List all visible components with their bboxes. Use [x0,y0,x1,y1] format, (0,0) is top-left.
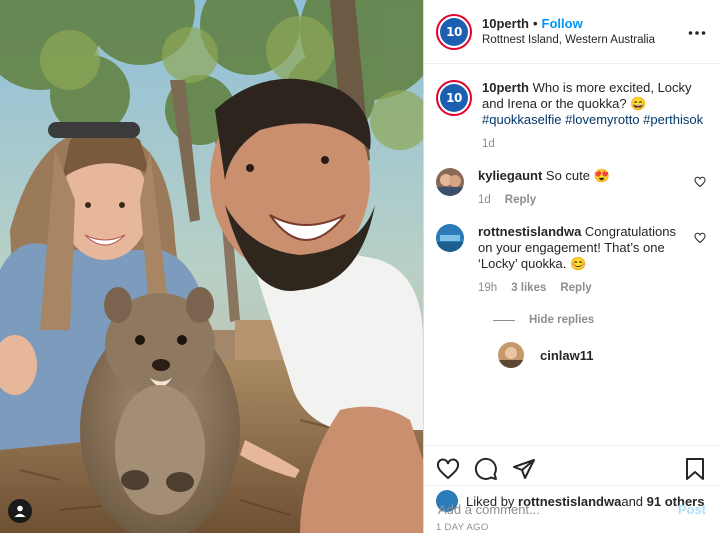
caption-username[interactable]: 10perth [482,80,529,95]
reply-avatar[interactable] [498,342,524,368]
channel-10-logo: 10 [440,84,468,112]
location-link[interactable]: Rottnest Island, Western Australia [482,32,688,49]
post-photo[interactable] [0,0,423,533]
comment-text: So cute 😍 [545,168,610,183]
author-username[interactable]: 10perth [482,16,529,31]
reply-button[interactable]: Reply [505,192,536,208]
comment-item: kyliegaunt So cute 😍 1d Reply [436,168,706,208]
comment-meta: 19h 3 likes Reply [478,280,686,296]
comment-username[interactable]: kyliegaunt [478,168,542,183]
commenter-avatar[interactable] [436,168,464,196]
separator-dot: • [532,15,538,31]
comment-body: rottnestislandwa Congratulations on your… [478,224,686,296]
header-text: 10perth • Follow Rottnest Island, Western … [482,15,688,49]
comment-username[interactable]: rottnestislandwa [478,224,581,239]
add-comment-input[interactable]: Add a comment... [438,502,678,517]
action-icons [436,454,706,484]
comment-body: kyliegaunt So cute 😍 1d Reply [478,168,610,208]
more-options-icon[interactable] [688,23,706,41]
like-comment-heart-icon[interactable] [694,176,706,191]
hide-replies-label: Hide replies [529,314,595,326]
post-side-panel: 10 10perth • Follow Rottnest Island, Weste… [423,0,720,533]
add-comment-bar: Add a comment... Post [424,485,720,533]
post-caption: 10 10perth Who is more excited, Locky an… [436,80,706,152]
reply-button[interactable]: Reply [560,280,591,296]
caption-age: 1d [482,138,495,150]
caption-body: 10perth Who is more excited, Locky and I… [482,80,706,152]
hide-replies-button[interactable]: Hide replies [493,314,706,326]
comment-likes-count[interactable]: 3 likes [511,280,546,296]
commenter-avatar[interactable] [436,224,464,252]
user-tag-icon[interactable] [8,499,32,523]
reply-item: cinlaw11 [498,342,706,368]
comment-icon[interactable] [474,457,498,481]
follow-button[interactable]: Follow [542,16,583,31]
author-avatar[interactable]: 10 [436,13,472,50]
reply-username[interactable]: cinlaw11 [540,348,593,363]
hide-replies-line [493,319,515,321]
post-header: 10 10perth • Follow Rottnest Island, Weste… [424,0,720,64]
like-comment-heart-icon[interactable] [694,232,706,247]
caption-hashtags[interactable]: #quokkaselfie #lovemyrotto #perthisok [482,112,703,127]
comment-age: 19h [478,282,498,294]
post-comment-button[interactable]: Post [678,502,706,517]
caption-meta: 1d [482,136,706,152]
channel-10-logo: 10 [440,17,468,46]
selfie-with-quokka-image [0,0,423,533]
comments-section[interactable]: 10 10perth Who is more excited, Locky an… [424,64,720,445]
comment-item: rottnestislandwa Congratulations on your… [436,224,706,296]
share-icon[interactable] [512,457,536,481]
heart-icon[interactable] [436,457,460,481]
comment-meta: 1d Reply [478,192,610,208]
bookmark-icon[interactable] [684,457,706,481]
comment-age: 1d [478,194,491,206]
instagram-post: 10 10perth • Follow Rottnest Island, Weste… [0,0,720,533]
caption-author-avatar[interactable]: 10 [436,80,472,116]
